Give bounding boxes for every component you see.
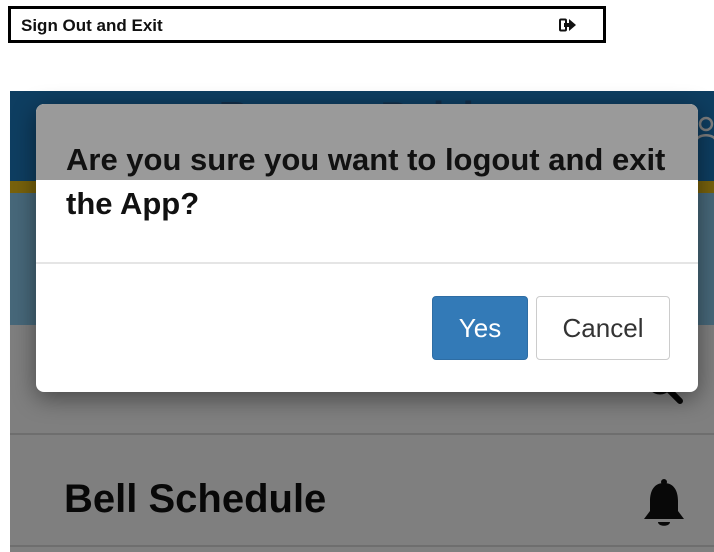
logout-confirm-dialog: Are you sure you want to logout and exit… bbox=[36, 104, 698, 392]
sign-out-menu-item[interactable]: Sign Out and Exit bbox=[8, 6, 606, 43]
cancel-button[interactable]: Cancel bbox=[536, 296, 670, 360]
screenshot-canvas: Sign Out and Exit Raven Pride Student bbox=[0, 0, 714, 552]
dialog-body: Are you sure you want to logout and exit… bbox=[36, 104, 698, 264]
dialog-message: Are you sure you want to logout and exit… bbox=[66, 142, 666, 221]
yes-button[interactable]: Yes bbox=[432, 296, 528, 360]
sign-out-label: Sign Out and Exit bbox=[21, 16, 163, 35]
dialog-footer: Yes Cancel bbox=[36, 264, 698, 392]
sign-out-icon bbox=[559, 18, 577, 32]
